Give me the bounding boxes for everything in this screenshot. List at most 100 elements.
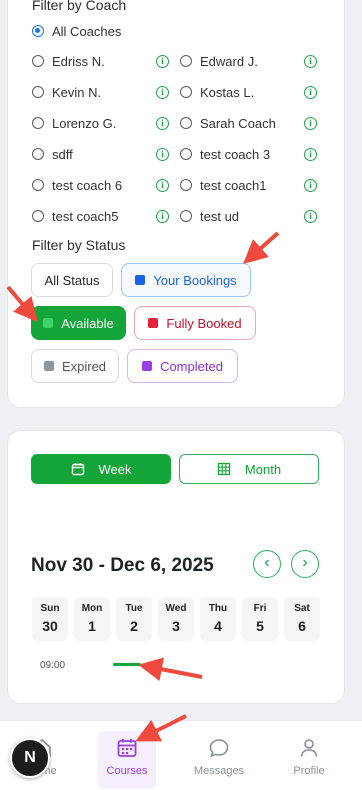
coach-radio-left[interactable]: test coach 6 bbox=[32, 176, 122, 194]
radio-checked-icon bbox=[32, 25, 44, 37]
coach-radio-left[interactable]: sdff bbox=[32, 145, 73, 163]
day-name: Wed bbox=[165, 603, 187, 614]
coach-name-label: test ud bbox=[200, 208, 240, 224]
floating-avatar[interactable]: N bbox=[10, 738, 50, 778]
info-icon[interactable]: i bbox=[156, 55, 169, 68]
coach-radio-left[interactable]: Lorenzo G. bbox=[32, 114, 116, 132]
status-completed-chip[interactable]: Completed bbox=[127, 349, 238, 383]
radio-unchecked-icon bbox=[32, 179, 44, 191]
user-icon bbox=[300, 739, 318, 757]
week-view-button[interactable]: Week bbox=[31, 454, 171, 484]
coach-radio-right[interactable]: Edward J. bbox=[180, 52, 258, 70]
time-slot-event[interactable] bbox=[113, 663, 141, 666]
radio-unchecked-icon bbox=[32, 210, 44, 222]
radio-unchecked-icon bbox=[32, 86, 44, 98]
day-name: Sun bbox=[40, 603, 60, 614]
info-icon[interactable]: i bbox=[156, 148, 169, 161]
info-icon[interactable]: i bbox=[304, 55, 317, 68]
radio-unchecked-icon bbox=[180, 117, 192, 129]
nav-courses[interactable]: Courses bbox=[97, 731, 157, 777]
prev-week-button[interactable]: ‹ bbox=[253, 550, 281, 578]
nav-profile[interactable]: Profile bbox=[279, 731, 339, 777]
status-expired-label: Expired bbox=[61, 358, 107, 374]
day-cell[interactable]: Tue 2 bbox=[116, 597, 152, 641]
coach-radio-right[interactable]: Kostas L. bbox=[180, 83, 254, 101]
calendar-icon bbox=[71, 463, 84, 476]
status-available-label: Available bbox=[61, 315, 114, 331]
coach-name-label: Kevin N. bbox=[52, 84, 102, 100]
info-icon[interactable]: i bbox=[304, 179, 317, 192]
day-cell[interactable]: Mon 1 bbox=[74, 597, 110, 641]
nav-messages-label: Messages bbox=[193, 765, 245, 777]
day-cell[interactable]: Fri 5 bbox=[242, 597, 278, 641]
radio-all-coaches[interactable]: All Coaches bbox=[32, 22, 121, 40]
calendar-icon bbox=[117, 739, 137, 757]
fully-booked-dot-icon bbox=[148, 318, 159, 328]
month-view-button[interactable]: Month bbox=[179, 454, 319, 484]
time-label: 09:00 bbox=[40, 660, 66, 671]
day-cell[interactable]: Sun 30 bbox=[32, 597, 68, 641]
coach-radio-left[interactable]: Edriss N. bbox=[32, 52, 105, 70]
status-completed-label: Completed bbox=[160, 358, 223, 374]
info-icon[interactable]: i bbox=[304, 117, 317, 130]
coach-name-label: sdff bbox=[52, 146, 73, 162]
day-name: Mon bbox=[81, 603, 103, 614]
coach-name-label: test coach1 bbox=[200, 177, 267, 193]
filter-by-coach-title: Filter by Coach bbox=[32, 0, 127, 13]
info-icon[interactable]: i bbox=[156, 179, 169, 192]
coach-radio-left[interactable]: Kevin N. bbox=[32, 83, 101, 101]
day-cell[interactable]: Wed 3 bbox=[158, 597, 194, 641]
info-icon[interactable]: i bbox=[156, 117, 169, 130]
available-dot-icon bbox=[43, 318, 54, 328]
coach-radio-right[interactable]: test coach1 bbox=[180, 176, 267, 194]
info-icon[interactable]: i bbox=[156, 210, 169, 223]
day-date: 2 bbox=[130, 618, 138, 634]
radio-unchecked-icon bbox=[180, 179, 192, 191]
coach-name-label: test coach 3 bbox=[200, 146, 271, 162]
day-date: 5 bbox=[256, 618, 264, 634]
week-label: Week bbox=[98, 461, 132, 477]
nav-messages[interactable]: Messages bbox=[189, 731, 249, 777]
status-your-bookings-label: Your Bookings bbox=[153, 272, 237, 288]
chevron-right-icon: › bbox=[302, 554, 308, 571]
day-cell[interactable]: Thu 4 bbox=[200, 597, 236, 641]
status-expired-chip[interactable]: Expired bbox=[31, 349, 119, 383]
next-week-button[interactable]: › bbox=[291, 550, 319, 578]
calendar-card: Week Month Nov 30 - Dec 6, 2025 ‹ › Sun 3… bbox=[7, 430, 345, 704]
status-fully-booked-label: Fully Booked bbox=[166, 315, 242, 331]
coach-name-label: Kostas L. bbox=[200, 84, 255, 100]
coach-name-label: test coach5 bbox=[52, 208, 119, 224]
day-name: Sat bbox=[294, 603, 310, 614]
coach-name-label: Edriss N. bbox=[52, 53, 105, 69]
info-icon[interactable]: i bbox=[304, 148, 317, 161]
radio-unchecked-icon bbox=[32, 148, 44, 160]
info-icon[interactable]: i bbox=[304, 210, 317, 223]
status-all-label: All Status bbox=[44, 272, 100, 288]
nav-courses-label: Courses bbox=[106, 765, 148, 777]
info-icon[interactable]: i bbox=[156, 86, 169, 99]
status-available-chip[interactable]: Available bbox=[31, 306, 126, 340]
expired-dot-icon bbox=[43, 361, 54, 371]
day-date: 30 bbox=[42, 618, 58, 634]
status-your-bookings-chip[interactable]: Your Bookings bbox=[121, 263, 251, 297]
radio-unchecked-icon bbox=[180, 86, 192, 98]
status-all-chip[interactable]: All Status bbox=[31, 263, 113, 297]
day-cell[interactable]: Sat 6 bbox=[284, 597, 320, 641]
nav-profile-label: Profile bbox=[293, 765, 325, 777]
filter-card: Filter by Coach All Coaches Edriss N. i Ed… bbox=[7, 0, 345, 408]
radio-unchecked-icon bbox=[180, 55, 192, 67]
day-date: 1 bbox=[88, 618, 96, 634]
coach-radio-right[interactable]: Sarah Coach bbox=[180, 114, 276, 132]
coach-radio-right[interactable]: test coach 3 bbox=[180, 145, 270, 163]
coach-name-label: Sarah Coach bbox=[200, 115, 276, 131]
coach-radio-left[interactable]: test coach5 bbox=[32, 207, 119, 225]
info-icon[interactable]: i bbox=[304, 86, 317, 99]
chevron-left-icon: ‹ bbox=[264, 554, 270, 571]
coach-radio-right[interactable]: test ud bbox=[180, 207, 239, 225]
status-fully-booked-chip[interactable]: Fully Booked bbox=[134, 306, 256, 340]
day-date: 6 bbox=[298, 618, 306, 634]
avatar-letter: N bbox=[24, 749, 36, 766]
radio-unchecked-icon bbox=[180, 148, 192, 160]
chat-bubble-icon bbox=[209, 739, 229, 758]
your-bookings-dot-icon bbox=[135, 275, 146, 285]
